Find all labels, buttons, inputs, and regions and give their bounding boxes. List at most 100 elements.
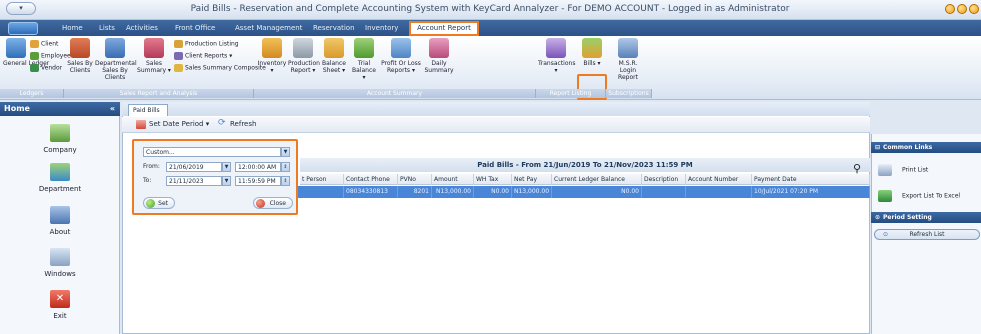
period-select[interactable]: Custom... <box>143 147 281 157</box>
menu-tab-bar: Home Lists Activities Front Office Asset… <box>0 20 981 36</box>
minimize-icon[interactable] <box>945 4 955 14</box>
nav-item-company[interactable]: Company <box>0 124 120 154</box>
close-icon[interactable] <box>969 4 979 14</box>
column-payment-date[interactable]: Payment Date <box>752 174 870 185</box>
nav-item-department[interactable]: Department <box>0 163 120 193</box>
general-ledger-button[interactable]: General Ledger <box>3 38 49 67</box>
set-date-period-button[interactable]: Set Date Period ▾ <box>149 120 209 128</box>
from-time-spinner[interactable]: ⇕ <box>281 162 290 172</box>
production-listing-button[interactable]: Production Listing <box>174 40 239 48</box>
client-button[interactable]: Client <box>30 40 58 48</box>
cell-current-ledger-balance: N0.00 <box>552 186 642 198</box>
production-listing-label: Production Listing <box>185 40 239 48</box>
tab-account-report[interactable]: Account Report <box>409 21 479 36</box>
from-time-input[interactable]: 12:00:00 AM <box>235 162 281 172</box>
departmental-sales-button[interactable]: Departmental Sales By Clients <box>95 38 137 81</box>
sales-by-clients-button[interactable]: Sales By Clients <box>66 38 94 74</box>
nav-item-exit[interactable]: ✕ Exit <box>0 290 120 320</box>
vendor-icon <box>30 64 39 72</box>
export-excel-link[interactable]: Export List To Excel <box>878 190 960 202</box>
refresh-list-label: Refresh List <box>909 231 945 238</box>
tab-asset-management[interactable]: Asset Management <box>235 20 302 36</box>
to-label: To: <box>143 177 152 184</box>
expand-icon: ⊟ <box>875 144 881 151</box>
set-button[interactable]: Set <box>143 197 175 209</box>
common-links-header[interactable]: ⊟ Common Links <box>871 142 981 153</box>
production-report-button[interactable]: Production Report ▾ <box>288 38 320 74</box>
maximize-icon[interactable] <box>957 4 967 14</box>
column-contact-person[interactable]: t Person <box>300 174 344 185</box>
login-report-icon <box>618 38 638 58</box>
bills-button[interactable]: Bills ▾ <box>580 38 604 67</box>
column-amount[interactable]: Amount <box>432 174 474 185</box>
period-dropdown-icon[interactable]: ▼ <box>281 147 290 157</box>
to-date-input[interactable]: 21/11/2023 <box>166 176 222 186</box>
profit-loss-icon <box>391 38 411 58</box>
employee-icon <box>30 52 39 60</box>
document-tab-bar <box>122 102 870 116</box>
column-account-number[interactable]: Account Number <box>686 174 752 185</box>
ledger-icon <box>6 38 26 58</box>
cell-payment-date: 10/Jul/2021 07:20 PM <box>752 186 870 198</box>
sales-summary-composite-button[interactable]: Sales Summary Composite <box>174 64 266 72</box>
msr-login-report-label: M.S.R. Login Report <box>618 60 638 81</box>
file-menu-button[interactable] <box>8 22 38 35</box>
from-date-input[interactable]: 21/06/2019 <box>166 162 222 172</box>
document-tab-paid-bills[interactable]: Paid Bills ✕ <box>128 104 168 125</box>
transactions-button[interactable]: Transactions ▾ <box>538 38 576 74</box>
tab-lists[interactable]: Lists <box>99 20 115 36</box>
period-setting-header[interactable]: ⊙ Period Setting <box>871 212 981 223</box>
nav-label-about: About <box>49 228 71 236</box>
balance-sheet-button[interactable]: Balance Sheet ▾ <box>320 38 348 74</box>
cell-account-number <box>686 186 752 198</box>
nav-header: Home « <box>0 102 120 116</box>
cell-pvno: 8201 <box>398 186 432 198</box>
nav-label-windows: Windows <box>44 270 76 278</box>
msr-login-report-button[interactable]: M.S.R. Login Report <box>610 38 646 81</box>
employee-button[interactable]: Employee <box>30 52 71 60</box>
departmental-sales-label: Departmental Sales By Clients <box>95 60 137 81</box>
to-time-spinner[interactable]: ⇕ <box>281 176 290 186</box>
to-date-dropdown-icon[interactable]: ▼ <box>222 176 231 186</box>
client-reports-button[interactable]: Client Reports ▾ <box>174 52 232 60</box>
print-list-link[interactable]: Print List <box>878 164 928 176</box>
to-time-input[interactable]: 11:59:59 PM <box>235 176 281 186</box>
tab-front-office[interactable]: Front Office <box>175 20 215 36</box>
tab-reservation[interactable]: Reservation <box>313 20 355 36</box>
collapse-icon[interactable]: « <box>110 102 115 116</box>
column-net-pay[interactable]: Net Pay <box>512 174 552 185</box>
from-date-dropdown-icon[interactable]: ▼ <box>222 162 231 172</box>
tab-activities[interactable]: Activities <box>126 20 158 36</box>
client-reports-label: Client Reports ▾ <box>185 52 233 60</box>
close-circle-icon <box>256 199 265 208</box>
column-wh-tax[interactable]: WH Tax <box>474 174 512 185</box>
column-contact-phone[interactable]: Contact Phone <box>344 174 398 185</box>
client-icon <box>30 40 39 48</box>
export-excel-label: Export List To Excel <box>902 192 961 200</box>
close-button[interactable]: Close <box>253 197 293 209</box>
common-links-title: Common Links <box>883 144 933 151</box>
sales-summary-icon <box>144 38 164 58</box>
refresh-button[interactable]: Refresh <box>230 120 256 128</box>
trial-balance-button[interactable]: Trial Balance ▾ <box>350 38 378 81</box>
tab-home[interactable]: Home <box>62 20 83 36</box>
vendor-button[interactable]: Vendor <box>30 64 62 72</box>
inventory-icon <box>262 38 282 58</box>
nav-item-about[interactable]: About <box>0 206 120 236</box>
sales-summary-button[interactable]: Sales Summary ▾ <box>136 38 172 74</box>
inventory-button[interactable]: Inventory ▾ <box>257 38 287 74</box>
production-report-label: Production Report ▾ <box>288 60 320 74</box>
profit-or-loss-button[interactable]: Profit Or Loss Reports ▾ <box>380 38 422 74</box>
column-description[interactable]: Description <box>642 174 686 185</box>
window-title: Paid Bills - Reservation and Complete Ac… <box>190 4 790 14</box>
sales-by-clients-label: Sales By Clients <box>67 60 93 74</box>
nav-item-windows[interactable]: Windows <box>0 248 120 278</box>
column-pvno[interactable]: PVNo <box>398 174 432 185</box>
column-current-ledger-balance[interactable]: Current Ledger Balance <box>552 174 642 185</box>
tab-inventory[interactable]: Inventory <box>365 20 398 36</box>
daily-summary-button[interactable]: Daily Summary <box>424 38 454 74</box>
sales-summary-composite-label: Sales Summary Composite <box>185 64 266 72</box>
app-menu-button[interactable]: ▾ <box>6 2 36 15</box>
transactions-label: Transactions ▾ <box>538 60 576 74</box>
refresh-list-button[interactable]: ⊙ Refresh List <box>874 229 980 240</box>
